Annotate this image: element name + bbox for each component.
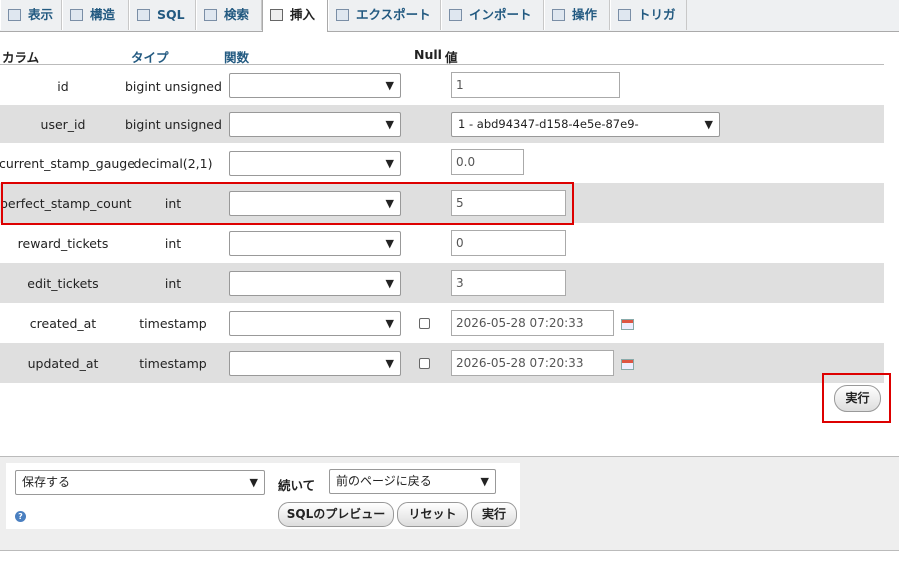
- column-type: int: [164, 276, 182, 291]
- chevron-down-icon: ▼: [385, 79, 394, 92]
- sql-preview-button[interactable]: SQLのプレビュー: [278, 502, 394, 527]
- function-select[interactable]: ▼: [229, 112, 401, 137]
- column-name: updated_at: [27, 356, 99, 371]
- column-name: edit_tickets: [27, 276, 99, 291]
- value-input[interactable]: 2026-05-28 07:20:33: [451, 350, 614, 376]
- value-input[interactable]: 0.0: [451, 149, 524, 175]
- value-input[interactable]: 2026-05-28 07:20:33: [451, 310, 614, 336]
- header-null: Null: [414, 47, 442, 62]
- tab-export[interactable]: エクスポート: [328, 0, 441, 30]
- table-row: created_at timestamp ▼ 2026-05-28 07:20:…: [0, 303, 884, 343]
- null-checkbox[interactable]: [419, 318, 430, 329]
- header-type: タイプ: [131, 50, 169, 65]
- header-divider: [0, 64, 884, 65]
- tab-triggers[interactable]: トリガ: [610, 0, 687, 30]
- column-type: bigint unsigned: [125, 79, 222, 94]
- chevron-down-icon: ▼: [480, 475, 489, 488]
- tab-browse[interactable]: 表示: [0, 0, 62, 30]
- insert-icon: [270, 9, 283, 21]
- column-name: reward_tickets: [17, 236, 109, 251]
- function-select[interactable]: ▼: [229, 73, 401, 98]
- chevron-down-icon: ▼: [385, 277, 394, 290]
- and-then-label: 続いて: [278, 478, 316, 493]
- chevron-down-icon: ▼: [704, 118, 713, 131]
- sql-icon: [137, 9, 150, 21]
- header-function: 関数: [224, 50, 250, 65]
- chevron-down-icon: ▼: [385, 237, 394, 250]
- chevron-down-icon: ▼: [385, 118, 394, 131]
- column-name: id: [57, 79, 69, 94]
- chevron-down-icon: ▼: [249, 476, 258, 489]
- table-row: reward_tickets int ▼ 0: [0, 223, 884, 263]
- bottom-go-button[interactable]: 実行: [471, 502, 517, 527]
- null-checkbox[interactable]: [419, 358, 430, 369]
- reset-button[interactable]: リセット: [397, 502, 468, 527]
- value-input[interactable]: 1: [451, 72, 620, 98]
- table-row: id bigint unsigned ▼ 1: [0, 67, 884, 105]
- column-name: created_at: [29, 316, 97, 331]
- save-option-select[interactable]: 保存する ▼: [15, 470, 265, 495]
- highlight-box-row: [1, 182, 574, 225]
- after-insert-select[interactable]: 前のページに戻る ▼: [329, 469, 496, 494]
- column-type: timestamp: [139, 356, 207, 371]
- table-row: current_stamp_gauge decimal(2,1) ▼ 0.0: [0, 143, 884, 183]
- bottom-panel: 保存する ▼ 続いて 前のページに戻る ▼ ? SQLのプレビュー リセット 実行: [0, 456, 899, 551]
- column-type: int: [164, 236, 182, 251]
- chevron-down-icon: ▼: [385, 157, 394, 170]
- value-input[interactable]: 3: [451, 270, 566, 296]
- function-select[interactable]: ▼: [229, 311, 401, 336]
- value-foreign-key-select[interactable]: 1 - abd94347-d158-4e5e-87e9-12201c613261…: [451, 112, 720, 137]
- import-icon: [449, 9, 462, 21]
- highlight-box-go: [822, 373, 891, 423]
- function-select[interactable]: ▼: [229, 231, 401, 256]
- column-type: timestamp: [139, 316, 207, 331]
- header-column: カラム: [2, 50, 40, 65]
- tab-sql[interactable]: SQL: [129, 0, 196, 30]
- column-name: current_stamp_gauge: [0, 156, 135, 171]
- table-row: user_id bigint unsigned ▼ 1 - abd94347-d…: [0, 105, 884, 143]
- column-type: bigint unsigned: [125, 117, 222, 132]
- bottom-options-box: 保存する ▼ 続いて 前のページに戻る ▼ ? SQLのプレビュー リセット 実行: [6, 463, 520, 529]
- function-select[interactable]: ▼: [229, 351, 401, 376]
- calendar-icon[interactable]: [621, 319, 634, 330]
- column-type: decimal(2,1): [133, 156, 213, 171]
- chevron-down-icon: ▼: [385, 357, 394, 370]
- column-name: user_id: [40, 117, 86, 132]
- function-select[interactable]: ▼: [229, 271, 401, 296]
- tab-search[interactable]: 検索: [196, 0, 262, 30]
- browse-icon: [8, 9, 21, 21]
- tab-structure[interactable]: 構造: [62, 0, 129, 30]
- search-icon: [204, 9, 217, 21]
- tab-import[interactable]: インポート: [441, 0, 544, 30]
- tab-bar: 表示 構造 SQL 検索 挿入 エクスポート インポート 操作 トリガ: [0, 0, 899, 32]
- tab-operations[interactable]: 操作: [544, 0, 610, 30]
- triggers-icon: [618, 9, 631, 21]
- value-input[interactable]: 0: [451, 230, 566, 256]
- help-icon[interactable]: ?: [15, 511, 26, 522]
- operations-icon: [552, 9, 565, 21]
- calendar-icon[interactable]: [621, 359, 634, 370]
- function-select[interactable]: ▼: [229, 151, 401, 176]
- table-row: updated_at timestamp ▼ 2026-05-28 07:20:…: [0, 343, 884, 383]
- structure-icon: [70, 9, 83, 21]
- table-row: edit_tickets int ▼ 3: [0, 263, 884, 303]
- chevron-down-icon: ▼: [385, 317, 394, 330]
- header-value: 値: [445, 50, 458, 65]
- export-icon: [336, 9, 349, 21]
- tab-insert[interactable]: 挿入: [262, 0, 328, 32]
